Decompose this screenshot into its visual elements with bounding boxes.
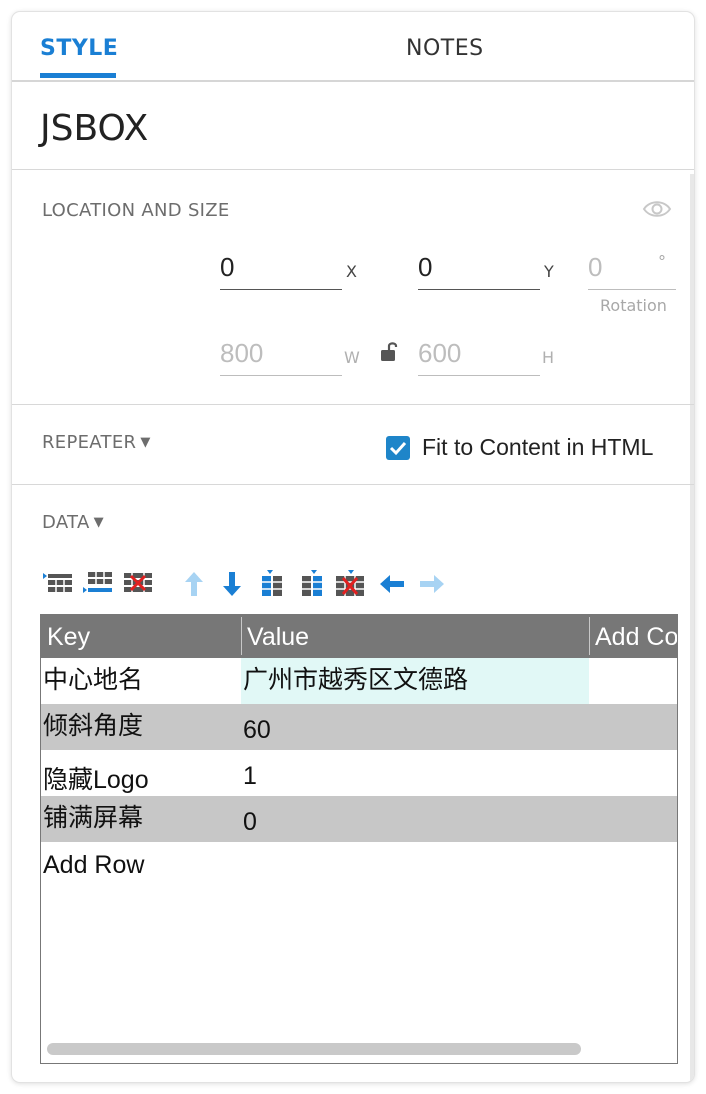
move-right-icon[interactable]: [416, 570, 448, 598]
degree-symbol: °: [658, 252, 666, 271]
table-row[interactable]: 倾斜角度 60: [41, 704, 677, 750]
unlock-icon[interactable]: [380, 340, 402, 364]
y-label: Y: [544, 262, 554, 281]
row-key[interactable]: 中心地名: [43, 660, 143, 696]
tab-style[interactable]: STYLE: [40, 36, 118, 61]
caret-down-icon: ▼: [140, 435, 151, 450]
caret-down-icon: ▼: [93, 515, 104, 530]
data-dropdown[interactable]: DATA ▼: [42, 512, 104, 533]
row-value[interactable]: 广州市越秀区文德路: [243, 660, 468, 696]
insert-column-left-icon[interactable]: [256, 570, 288, 598]
delete-column-icon[interactable]: [334, 570, 366, 598]
insert-row-above-icon[interactable]: [42, 570, 74, 598]
row-value[interactable]: 0: [243, 808, 257, 837]
move-left-icon[interactable]: [376, 570, 408, 598]
tab-notes[interactable]: NOTES: [406, 36, 484, 61]
column-header-key[interactable]: Key: [47, 623, 90, 652]
divider: [12, 169, 694, 170]
checkmark-icon: [389, 441, 407, 456]
divider: [12, 404, 694, 405]
data-grid: Key Value Add Co 中心地名 广州市越秀区文德路 倾斜角度 60 …: [40, 614, 678, 1064]
add-row-button[interactable]: Add Row: [43, 851, 144, 880]
w-label: W: [344, 348, 360, 367]
rotation-label: Rotation: [600, 296, 667, 315]
table-row[interactable]: 隐藏Logo 1: [41, 750, 677, 796]
repeater-dropdown[interactable]: REPEATER ▼: [42, 432, 151, 453]
location-size-label: LOCATION AND SIZE: [42, 200, 230, 221]
move-down-icon[interactable]: [216, 570, 248, 598]
eye-icon[interactable]: [642, 198, 672, 220]
x-label: X: [346, 262, 357, 281]
row-value[interactable]: 1: [243, 762, 257, 791]
panel-scrollbar[interactable]: [690, 174, 694, 1082]
table-row[interactable]: 铺满屏幕 0: [41, 796, 677, 842]
move-up-icon[interactable]: [178, 570, 210, 598]
fit-to-content-checkbox[interactable]: [386, 436, 410, 460]
row-key[interactable]: 铺满屏幕: [43, 798, 143, 834]
style-panel: STYLE NOTES JSBOX LOCATION AND SIZE 0 X …: [12, 12, 694, 1082]
column-divider[interactable]: [589, 617, 590, 655]
active-tab-indicator: [40, 73, 116, 78]
x-input[interactable]: 0: [220, 246, 342, 290]
row-key[interactable]: 隐藏Logo: [43, 760, 149, 796]
grid-header: Key Value Add Co: [41, 615, 677, 658]
column-divider[interactable]: [241, 617, 242, 655]
width-input[interactable]: 800: [220, 332, 342, 376]
insert-column-right-icon[interactable]: [296, 570, 328, 598]
add-column-header[interactable]: Add Co: [595, 623, 677, 652]
delete-row-icon[interactable]: [122, 570, 154, 598]
column-header-value[interactable]: Value: [247, 623, 309, 652]
table-row[interactable]: 中心地名 广州市越秀区文德路: [41, 658, 677, 704]
y-input[interactable]: 0: [418, 246, 540, 290]
divider: [12, 484, 694, 485]
h-label: H: [542, 348, 555, 367]
tab-bar: STYLE NOTES: [12, 12, 694, 82]
widget-name[interactable]: JSBOX: [40, 108, 148, 149]
row-value[interactable]: 60: [243, 716, 271, 745]
insert-row-below-icon[interactable]: [82, 570, 114, 598]
height-input[interactable]: 600: [418, 332, 540, 376]
data-label: DATA: [42, 512, 90, 533]
row-key[interactable]: 倾斜角度: [43, 706, 143, 742]
repeater-label: REPEATER: [42, 432, 137, 453]
horizontal-scrollbar[interactable]: [47, 1043, 581, 1055]
fit-to-content-label[interactable]: Fit to Content in HTML: [422, 434, 653, 461]
